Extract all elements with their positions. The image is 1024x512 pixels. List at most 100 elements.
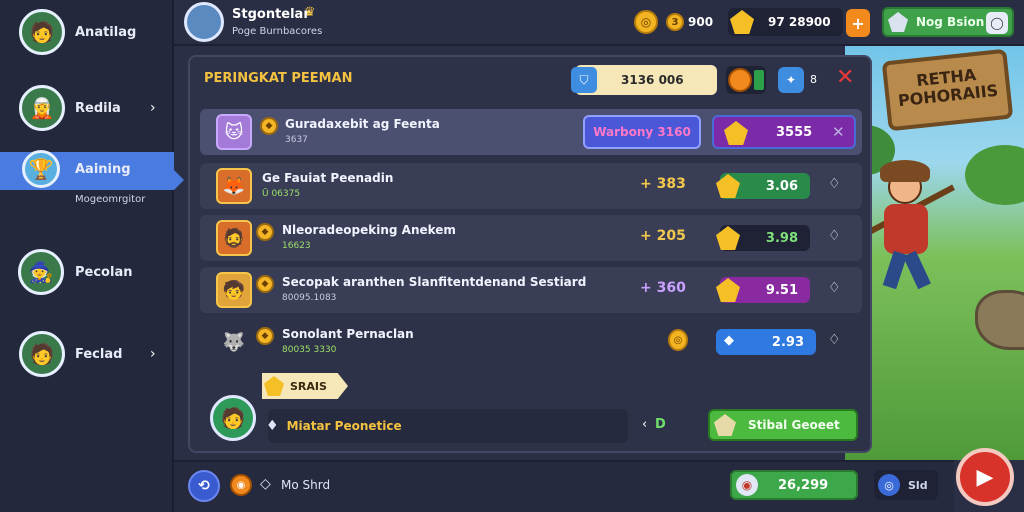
- close-icon[interactable]: ✕: [832, 123, 845, 141]
- event-button[interactable]: Nog Bsion ◯: [882, 7, 1014, 37]
- self-row: ♦ Miatar Peonetice: [266, 409, 628, 443]
- gem-counter: 97 28900: [728, 8, 843, 36]
- self-avatar[interactable]: 🧑: [210, 395, 256, 441]
- player-name: Secopak aranthen Slanfitentdenand Sestia…: [282, 275, 587, 289]
- rank-badge-icon: ◆: [260, 117, 278, 135]
- sidebar-item-pecolan[interactable]: 🧙 Pecolan: [0, 244, 174, 300]
- diamond-icon[interactable]: ♢: [828, 176, 841, 192]
- leaderboard-row[interactable]: 🐱 ◆ Guradaxebit ag Feenta 3637 Warbony 3…: [200, 109, 862, 155]
- diamond-icon: ◆: [724, 333, 734, 348]
- leaderboard-row[interactable]: 🧔 ◆ Nleoradeopeking Anekem 16623 + 205 3…: [200, 215, 862, 261]
- player-name: Guradaxebit ag Feenta: [285, 117, 440, 131]
- play-button[interactable]: ▶: [956, 448, 1014, 506]
- diamond-icon[interactable]: ♢: [828, 332, 841, 348]
- coin-icon: ◎: [668, 329, 688, 351]
- chevron-left-icon[interactable]: ‹: [642, 417, 647, 432]
- player-sub: Ū 06375: [262, 189, 301, 199]
- reward-button[interactable]: ◉ 26,299: [730, 470, 858, 500]
- claim-button-label: Stibal Geoeet: [748, 418, 840, 432]
- status-indicator: [754, 70, 764, 90]
- timer-box: ⛉ 3136 006: [571, 65, 717, 95]
- globe-icon: ◎: [878, 474, 900, 496]
- share-icon[interactable]: ⟲: [188, 470, 220, 502]
- points-box: 3.06: [716, 173, 810, 199]
- rank-badge-icon: ◆: [256, 223, 274, 241]
- rock: [975, 290, 1024, 350]
- avatar: 🧑: [19, 9, 65, 55]
- top-bar: Stgontelar ♛ Poge Burnbacores ◎ 3 900 97…: [174, 0, 1024, 46]
- tag-badge: Warbony 3160: [583, 115, 701, 149]
- gem-icon: [730, 10, 754, 34]
- extra-button[interactable]: ◎ Sld: [874, 470, 938, 500]
- arrow-icon: ♦: [266, 418, 279, 434]
- player-sub: 16623: [282, 241, 311, 251]
- coin-counter: ◎ 3 900: [634, 8, 714, 36]
- add-currency-button[interactable]: +: [846, 9, 870, 37]
- self-rank-label: SRAIS: [262, 373, 348, 399]
- leaderboard-row[interactable]: 🦊 Ge Fauiat Peenadin Ū 06375 + 383 3.06 …: [200, 163, 862, 209]
- score-value: + 205: [640, 228, 686, 244]
- self-count: D: [655, 417, 666, 432]
- sidebar-item-anatilag[interactable]: 🧑 Anatilag: [0, 4, 174, 60]
- shield-icon: ⛉: [571, 67, 597, 93]
- points-value: 3.06: [765, 178, 798, 194]
- player-name: Nleoradeopeking Anekem: [282, 223, 456, 237]
- diamond-icon[interactable]: ♢: [828, 228, 841, 244]
- chevron-right-icon: ›: [150, 346, 156, 362]
- gem-icon: [888, 12, 908, 32]
- coin-value: 900: [688, 15, 714, 29]
- sidebar-item-label: Anatilag: [75, 24, 137, 40]
- points-box: 3.98: [716, 225, 810, 251]
- badge-icon[interactable]: ✦: [778, 67, 804, 93]
- sidebar-item-redila[interactable]: 🧝 Redila ›: [0, 80, 174, 136]
- trophy-icon: 🏆: [22, 150, 60, 188]
- timer-value: 3136 006: [621, 73, 684, 87]
- points-value: 9.51: [765, 282, 798, 298]
- leaderboard-row[interactable]: 🐺 ◆ Sonolant Pernaclan 80035 3330 ◎ ◆ 2.…: [200, 319, 862, 365]
- diamond-outline-icon: ◇: [260, 476, 271, 492]
- claim-button[interactable]: Stibal Geoeet: [708, 409, 858, 441]
- player-avatar[interactable]: [184, 2, 224, 42]
- diamond-icon[interactable]: ♢: [828, 280, 841, 296]
- player-avatar: 🦊: [216, 168, 252, 204]
- score-value: + 383: [640, 176, 686, 192]
- event-label: Nog Bsion: [916, 15, 985, 29]
- panel-title: PERINGKAT PEEMAN: [204, 71, 353, 86]
- rank-badge-icon: ◆: [256, 327, 274, 345]
- gem-icon: [716, 174, 740, 198]
- settings-icon[interactable]: ◯: [986, 12, 1008, 34]
- player-name: Sonolant Pernaclan: [282, 327, 414, 341]
- orb-icon[interactable]: ◉: [230, 474, 252, 496]
- points-box: 3555 ✕: [712, 115, 856, 149]
- sidebar-item-label: Pecolan: [75, 264, 133, 280]
- close-button[interactable]: ✕: [836, 65, 854, 90]
- self-rank-text: SRAIS: [290, 379, 327, 393]
- gem-icon: [264, 376, 284, 396]
- sidebar: 🧑 Anatilag 🧝 Redila › 🏆 Aaining Mogeomrg…: [0, 0, 184, 512]
- reward-value: 26,299: [778, 477, 829, 493]
- hero-character: [855, 160, 955, 290]
- self-name: Miatar Peonetice: [286, 419, 402, 433]
- sidebar-item-label: Redila: [75, 100, 121, 116]
- sidebar-item-aaining[interactable]: 🏆 Aaining: [0, 150, 184, 190]
- sidebar-item-label: Aaining: [75, 162, 131, 177]
- sidebar-item-feclad[interactable]: 🧑 Feclad ›: [0, 326, 174, 382]
- gem-value: 97 28900: [768, 15, 831, 29]
- bottom-label: Mo Shrd: [281, 478, 331, 492]
- player-sub: 80035 3330: [282, 345, 337, 355]
- badge-count: 8: [810, 73, 817, 86]
- avatar: 🧑: [19, 331, 65, 377]
- gem-icon: [716, 278, 740, 302]
- tree: [965, 145, 1024, 205]
- orange-orb-box[interactable]: [726, 66, 766, 94]
- leaderboard-row[interactable]: 🧒 ◆ Secopak aranthen Slanfitentdenand Se…: [200, 267, 862, 313]
- score-value: + 360: [640, 280, 686, 296]
- sidebar-item-sublabel: Mogeomrgitor: [75, 194, 146, 205]
- player-name: Ge Fauiat Peenadin: [262, 171, 394, 185]
- rank-badge-icon: ◆: [256, 275, 274, 293]
- sidebar-item-label: Feclad: [75, 346, 123, 362]
- player-sub: 80095.1083: [282, 293, 337, 303]
- reward-icon: ◉: [736, 474, 758, 496]
- avatar: 🧝: [19, 85, 65, 131]
- player-sub: 3637: [285, 135, 308, 145]
